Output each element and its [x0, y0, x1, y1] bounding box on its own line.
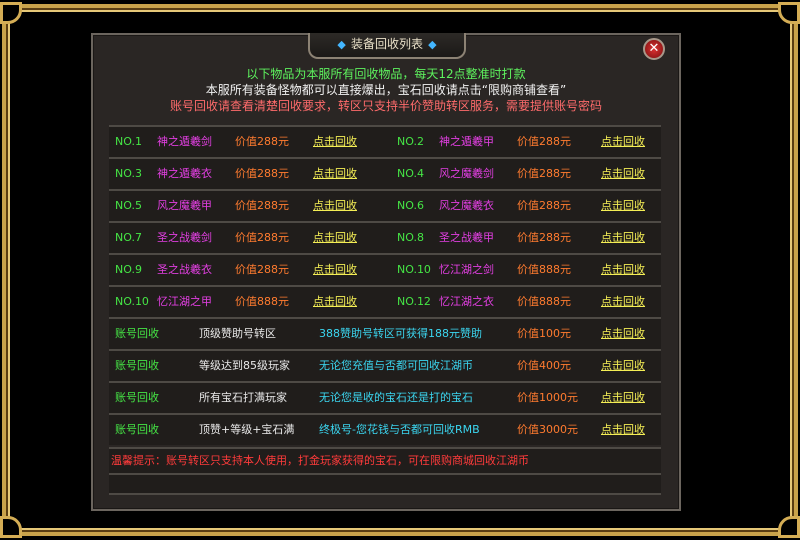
account-requirement: 顶赞+等级+宝石满	[199, 423, 295, 436]
item-name: 神之遁羲甲	[439, 135, 494, 148]
item-price: 价值288元	[517, 135, 571, 148]
item-number: NO.8	[397, 231, 424, 244]
item-name: 风之魔羲甲	[157, 199, 212, 212]
account-description: 无论您充值与否都可回收江湖币	[319, 359, 473, 372]
recycle-link[interactable]: 点击回收	[601, 223, 645, 253]
item-price: 价值888元	[235, 295, 289, 308]
item-name: 忆江湖之甲	[157, 295, 212, 308]
account-requirement: 所有宝石打满玩家	[199, 391, 287, 404]
table-row: NO.1 神之遁羲剑 价值288元 点击回收 NO.2 神之遁羲甲 价值288元…	[109, 125, 661, 157]
item-price: 价值288元	[517, 231, 571, 244]
recycle-link[interactable]: 点击回收	[601, 287, 645, 317]
table-row: 账号回收 顶赞+等级+宝石满 终极号-您花钱与否都可回收RMB 价值3000元 …	[109, 413, 661, 445]
footer-row	[109, 473, 661, 495]
item-number: NO.12	[397, 295, 431, 308]
item-number: NO.4	[397, 167, 424, 180]
item-name: 风之魔羲剑	[439, 167, 494, 180]
account-requirement: 等级达到85级玩家	[199, 359, 290, 372]
recycle-link[interactable]: 点击回收	[601, 351, 645, 381]
recycle-link[interactable]: 点击回收	[601, 319, 645, 349]
recycle-link[interactable]: 点击回收	[601, 383, 645, 413]
recycle-link[interactable]: 点击回收	[601, 415, 645, 445]
item-name: 忆江湖之衣	[439, 295, 494, 308]
recycle-link[interactable]: 点击回收	[313, 127, 357, 157]
item-number: NO.2	[397, 135, 424, 148]
account-requirement: 顶级赞助号转区	[199, 327, 276, 340]
item-price: 价值288元	[235, 263, 289, 276]
item-number: NO.6	[397, 199, 424, 212]
item-number: NO.7	[115, 231, 142, 244]
account-price: 价值100元	[517, 327, 571, 340]
item-name: 圣之战羲甲	[439, 231, 494, 244]
diamond-icon: ◆	[428, 38, 437, 51]
item-name: 忆江湖之剑	[439, 263, 494, 276]
account-description: 无论您是收的宝石还是打的宝石	[319, 391, 473, 404]
warning-notice: 温馨提示：账号转区只支持本人使用，打金玩家获得的宝石，可在限购商城回收江湖币	[109, 447, 661, 475]
account-description: 388赞助号转区可获得188元赞助	[319, 327, 482, 340]
account-type: 账号回收	[115, 327, 159, 340]
recycle-link[interactable]: 点击回收	[313, 287, 357, 317]
recycle-link[interactable]: 点击回收	[601, 159, 645, 189]
recycle-panel: ◆ 装备回收列表 ◆ ✕ 以下物品为本服所有回收物品，每天12点整准时打款 本服…	[91, 33, 681, 511]
table-row: NO.10 忆江湖之甲 价值888元 点击回收 NO.12 忆江湖之衣 价值88…	[109, 285, 661, 317]
table-row: NO.7 圣之战羲剑 价值288元 点击回收 NO.8 圣之战羲甲 价值288元…	[109, 221, 661, 253]
account-type: 账号回收	[115, 423, 159, 436]
item-name: 神之遁羲衣	[157, 167, 212, 180]
recycle-table: NO.1 神之遁羲剑 价值288元 点击回收 NO.2 神之遁羲甲 价值288元…	[109, 125, 661, 445]
intro-line-3: 账号回收请查看清楚回收要求，转区只支持半价赞助转区服务，需要提供账号密码	[169, 99, 602, 113]
item-price: 价值288元	[517, 199, 571, 212]
table-row: 账号回收 所有宝石打满玩家 无论您是收的宝石还是打的宝石 价值1000元 点击回…	[109, 381, 661, 413]
divider	[109, 493, 661, 495]
table-row: NO.5 风之魔羲甲 价值288元 点击回收 NO.6 风之魔羲衣 价值288元…	[109, 189, 661, 221]
item-number: NO.5	[115, 199, 142, 212]
item-name: 圣之战羲衣	[157, 263, 212, 276]
recycle-link[interactable]: 点击回收	[313, 191, 357, 221]
recycle-link[interactable]: 点击回收	[313, 159, 357, 189]
intro-line-1: 以下物品为本服所有回收物品，每天12点整准时打款	[246, 67, 526, 81]
close-button[interactable]: ✕	[643, 38, 665, 60]
item-price: 价值888元	[517, 263, 571, 276]
item-name: 风之魔羲衣	[439, 199, 494, 212]
account-type: 账号回收	[115, 391, 159, 404]
recycle-link[interactable]: 点击回收	[601, 191, 645, 221]
item-price: 价值288元	[235, 231, 289, 244]
recycle-link[interactable]: 点击回收	[601, 255, 645, 285]
table-row: 账号回收 顶级赞助号转区 388赞助号转区可获得188元赞助 价值100元 点击…	[109, 317, 661, 349]
title-tab: ◆ 装备回收列表 ◆	[308, 33, 466, 59]
table-row: NO.3 神之遁羲衣 价值288元 点击回收 NO.4 风之魔羲剑 价值288元…	[109, 157, 661, 189]
item-price: 价值288元	[517, 167, 571, 180]
item-price: 价值288元	[235, 135, 289, 148]
item-name: 圣之战羲剑	[157, 231, 212, 244]
item-price: 价值288元	[235, 167, 289, 180]
corner-ornament	[778, 516, 800, 538]
recycle-link[interactable]: 点击回收	[313, 223, 357, 253]
diamond-icon: ◆	[337, 38, 346, 51]
account-price: 价值400元	[517, 359, 571, 372]
item-number: NO.9	[115, 263, 142, 276]
intro-line-2: 本服所有装备怪物都可以直接爆出，宝石回收请点击“限购商铺查看”	[205, 83, 567, 97]
item-number: NO.10	[397, 263, 431, 276]
table-row: 账号回收 等级达到85级玩家 无论您充值与否都可回收江湖币 价值400元 点击回…	[109, 349, 661, 381]
account-type: 账号回收	[115, 359, 159, 372]
item-number: NO.1	[115, 135, 142, 148]
item-price: 价值888元	[517, 295, 571, 308]
item-number: NO.10	[115, 295, 149, 308]
account-price: 价值1000元	[517, 391, 578, 404]
recycle-link[interactable]: 点击回收	[313, 255, 357, 285]
table-row: NO.9 圣之战羲衣 价值288元 点击回收 NO.10 忆江湖之剑 价值888…	[109, 253, 661, 285]
panel-title: 装备回收列表	[350, 37, 423, 51]
item-price: 价值288元	[235, 199, 289, 212]
account-description: 终极号-您花钱与否都可回收RMB	[319, 423, 480, 436]
account-price: 价值3000元	[517, 423, 578, 436]
warning-text: 温馨提示：账号转区只支持本人使用，打金玩家获得的宝石，可在限购商城回收江湖币	[111, 454, 529, 467]
item-number: NO.3	[115, 167, 142, 180]
recycle-link[interactable]: 点击回收	[601, 127, 645, 157]
item-name: 神之遁羲剑	[157, 135, 212, 148]
